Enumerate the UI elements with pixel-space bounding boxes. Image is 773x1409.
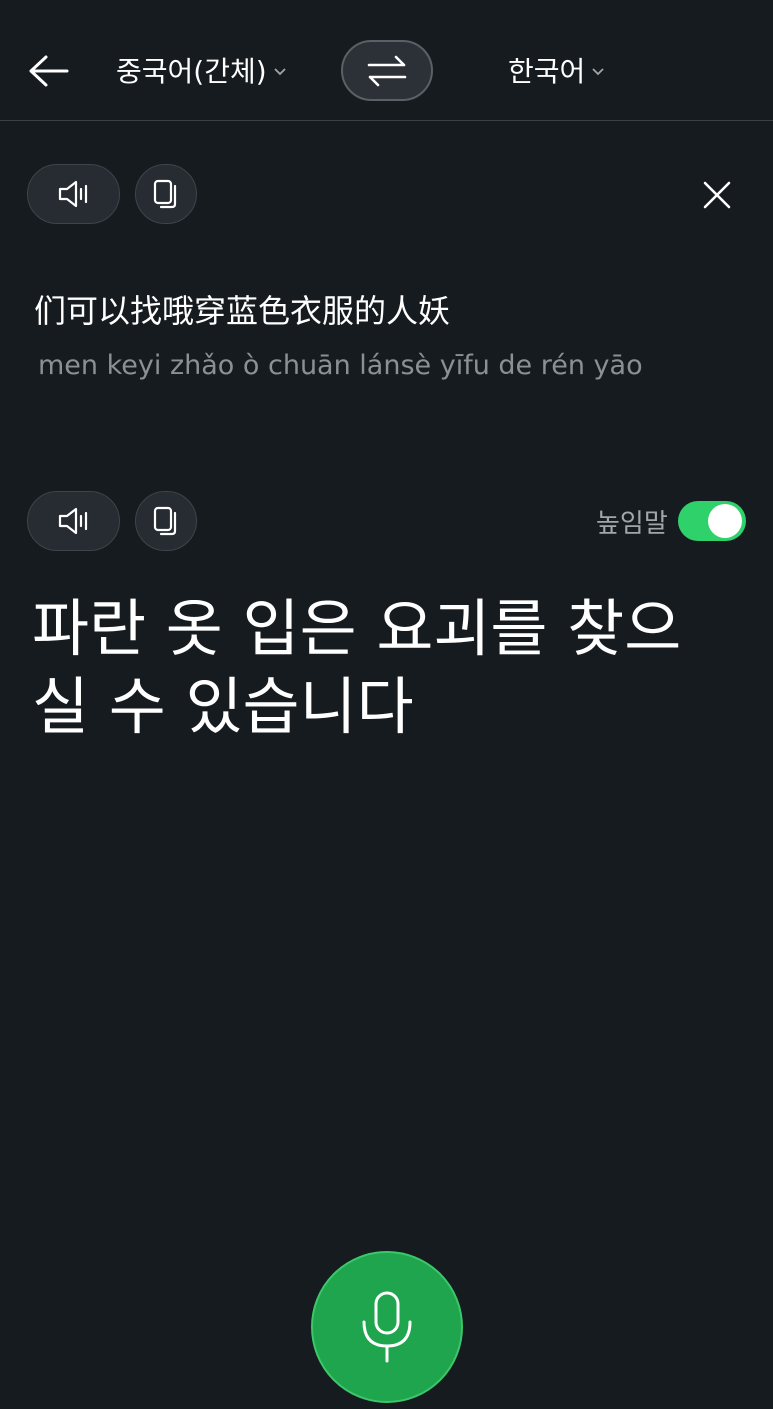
copy-icon bbox=[153, 506, 177, 536]
translated-text: 파란 옷 입은 요괴를 찾으실 수 있습니다 bbox=[32, 592, 682, 743]
close-icon bbox=[703, 181, 731, 209]
header: 중국어(간체) 한국어 bbox=[0, 0, 773, 121]
honorific-control: 높임말 bbox=[596, 500, 746, 542]
result-copy-button[interactable] bbox=[135, 491, 197, 551]
pinyin-text: men keyi zhǎo ò chuān lánsè yīfu de rén … bbox=[38, 350, 643, 381]
source-text: 们可以找哦穿蓝色衣服的人妖 bbox=[34, 292, 451, 330]
copy-icon bbox=[153, 179, 177, 209]
microphone-icon bbox=[362, 1291, 412, 1363]
honorific-label: 높임말 bbox=[596, 508, 668, 539]
translator-screen: 중국어(간체) 한국어 们可以找哦穿蓝色衣服的人妖 men keyi zhǎo … bbox=[0, 0, 773, 1409]
result-speaker-button[interactable] bbox=[27, 491, 120, 551]
clear-button[interactable] bbox=[696, 174, 738, 216]
back-button[interactable] bbox=[24, 46, 74, 96]
source-language-label: 중국어(간체) bbox=[116, 55, 267, 88]
chevron-down-icon bbox=[273, 67, 287, 77]
toggle-knob bbox=[707, 504, 742, 538]
source-copy-button[interactable] bbox=[135, 164, 197, 224]
microphone-button[interactable] bbox=[311, 1251, 463, 1403]
swap-languages-button[interactable] bbox=[341, 40, 433, 101]
honorific-toggle[interactable] bbox=[677, 501, 746, 541]
source-language-selector[interactable]: 중국어(간체) bbox=[116, 50, 287, 90]
speaker-icon bbox=[58, 180, 87, 208]
chevron-down-icon bbox=[591, 67, 605, 77]
target-language-selector[interactable]: 한국어 bbox=[508, 50, 605, 90]
speaker-icon bbox=[58, 507, 87, 535]
source-speaker-button[interactable] bbox=[27, 164, 120, 224]
target-language-label: 한국어 bbox=[508, 55, 586, 88]
arrow-left-icon bbox=[29, 55, 69, 87]
swap-arrows-icon bbox=[367, 55, 407, 86]
